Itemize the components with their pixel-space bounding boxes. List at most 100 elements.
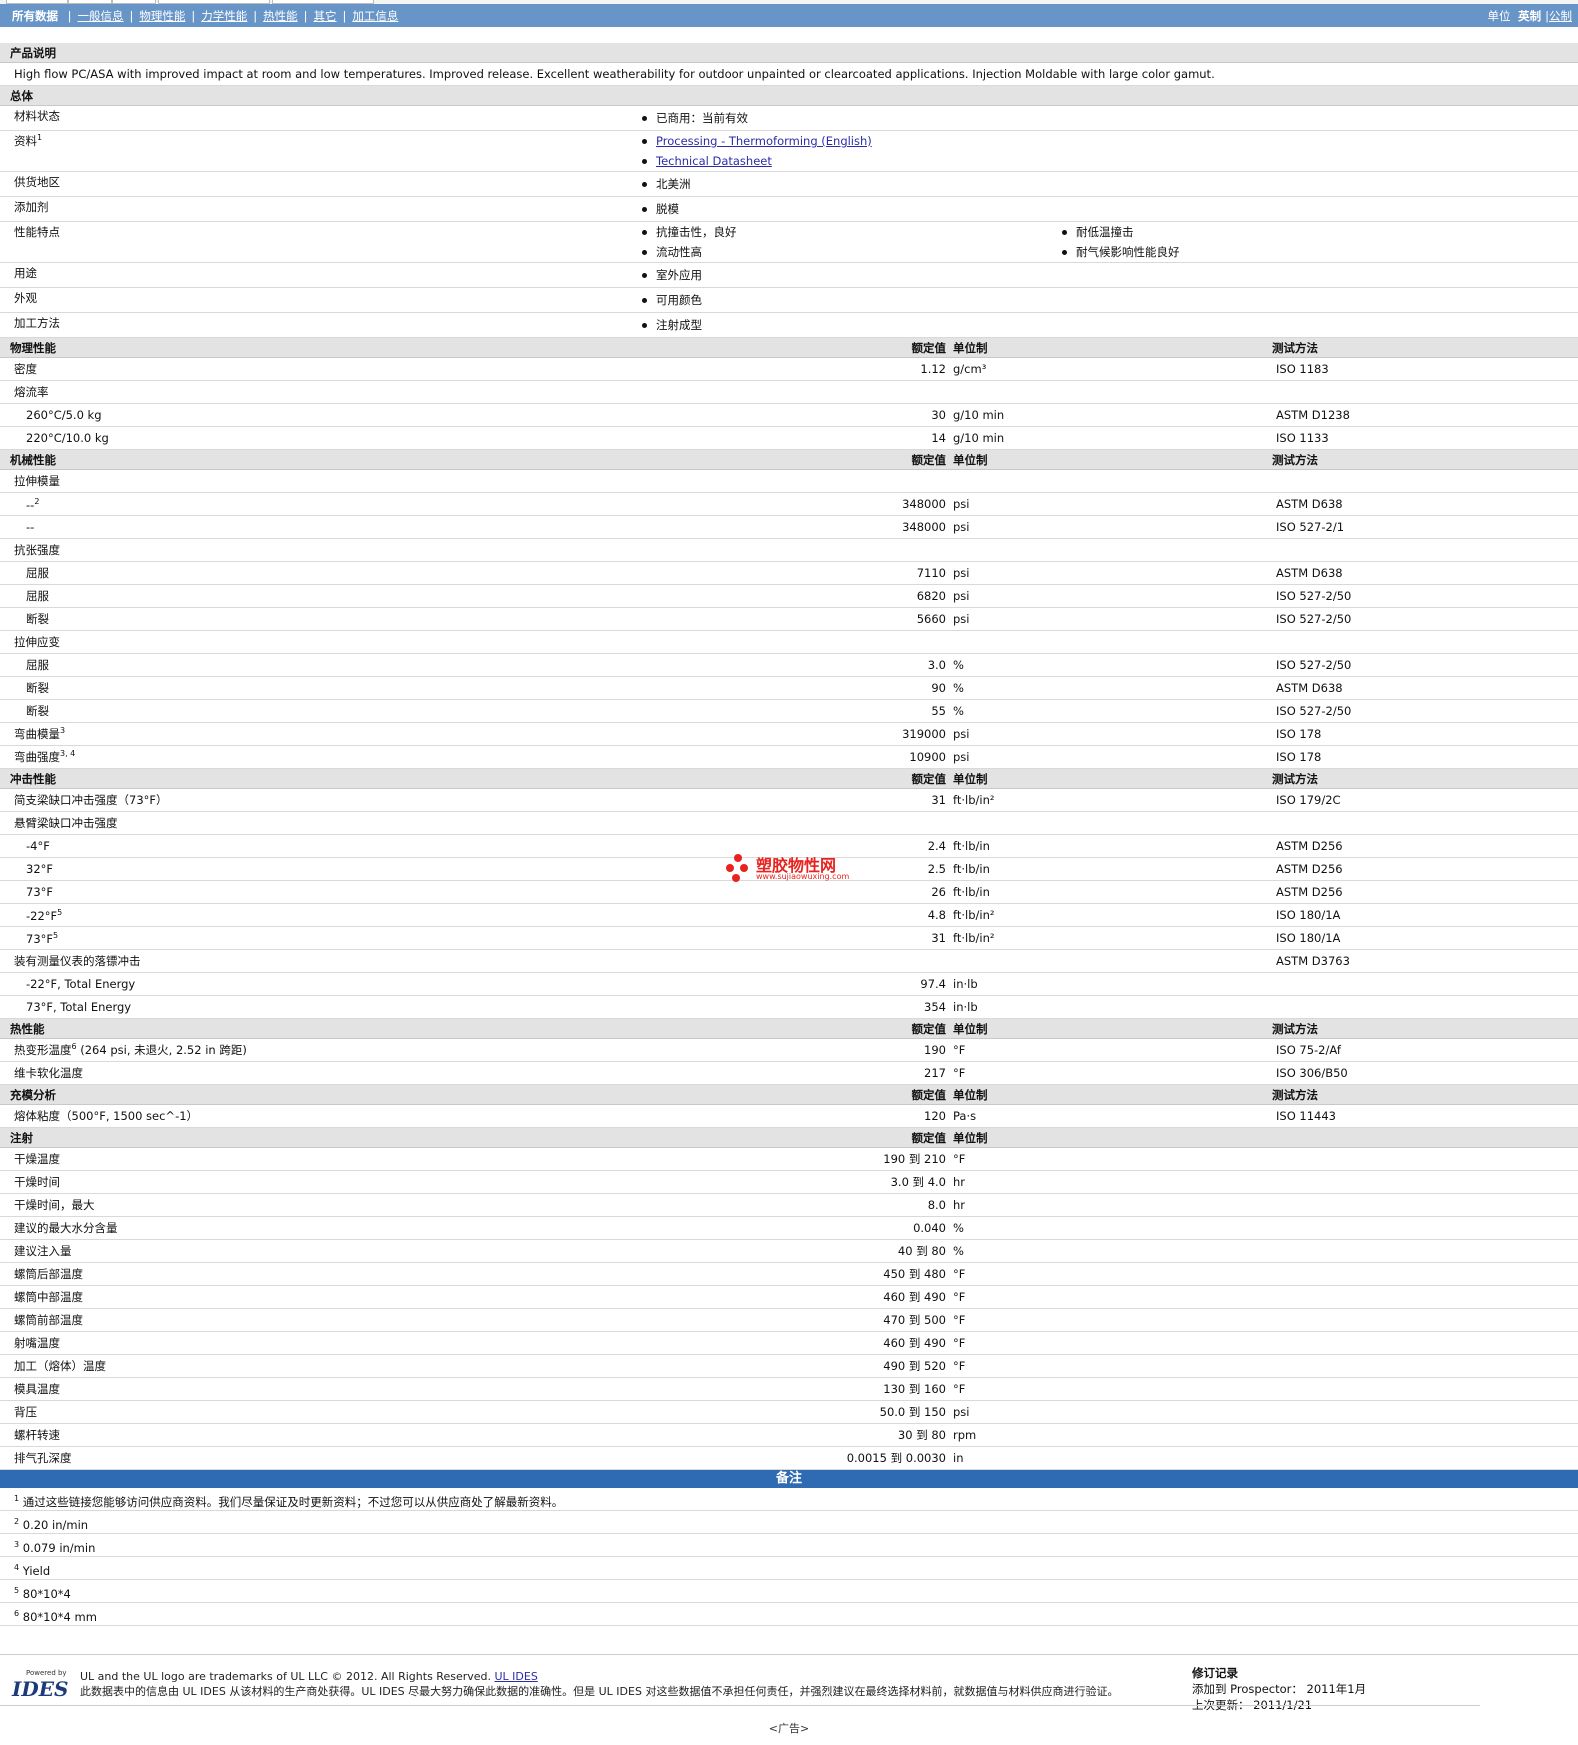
value-list: 抗撞击性，良好 流动性高 <box>640 222 1060 262</box>
property-row: 维卡软化温度 217 °F ISO 306/B50 <box>0 1061 1578 1085</box>
nav-all-data[interactable]: 所有数据 <box>12 9 58 23</box>
test-method: ISO 11443 <box>1276 1109 1336 1123</box>
test-method: ISO 1133 <box>1276 431 1329 445</box>
value-lists: Processing - Thermoforming (English) Tech… <box>640 131 1578 171</box>
property-label: 220°C/10.0 kg <box>26 431 109 445</box>
nav-link[interactable]: 加工信息 <box>352 9 398 23</box>
test-method: ASTM D638 <box>1276 566 1343 580</box>
test-method: ISO 178 <box>1276 727 1322 741</box>
property-label: 屈服 <box>26 658 49 672</box>
nav-link[interactable]: 力学性能 <box>201 9 247 23</box>
datasheet-link[interactable]: Processing - Thermoforming (English) <box>656 134 872 148</box>
header-value: 额定值 <box>911 340 947 355</box>
section-header: 热性能 额定值 单位制 测试方法 <box>0 1018 1578 1039</box>
ul-ides-link[interactable]: UL IDES <box>495 1670 538 1683</box>
property-unit: ft·lb/in <box>953 862 990 876</box>
property-unit: hr <box>953 1198 966 1212</box>
header-unit: 单位制 <box>953 1087 988 1102</box>
property-label: -4°F <box>26 839 50 853</box>
property-row: 屈服 3.0% ISO 527-2/50 <box>0 653 1578 677</box>
test-method: ASTM D1238 <box>1276 408 1350 422</box>
property-unit: in·lb <box>953 977 978 991</box>
value-list: 脱模 <box>640 199 1060 219</box>
property-row: 屈服 6820 psi ISO 527-2/50 <box>0 584 1578 608</box>
property-unit: ft·lb/in² <box>953 931 995 945</box>
property-row: 220°C/10.0 kg 14 g/10 min ISO 1133 <box>0 426 1578 450</box>
nav-link[interactable]: 其它 <box>314 9 337 23</box>
property-unit: rpm <box>953 1428 977 1442</box>
property-row: 背压 50.0 到 150 psi <box>0 1400 1578 1424</box>
watermark-url: www.sujiaowuxing.com <box>756 872 850 881</box>
property-unit: psi <box>953 566 970 580</box>
ides-logo[interactable]: Powered by IDES <box>8 1669 70 1701</box>
property-label: 弯曲模量 <box>14 727 60 741</box>
property-unit: °F <box>953 1336 966 1350</box>
property-value: 30 到 80 <box>897 1428 946 1442</box>
nav-link[interactable]: 热性能 <box>263 9 298 23</box>
datasheet-link[interactable]: Technical Datasheet <box>656 154 772 168</box>
property-unit: g/10 min <box>953 431 1005 445</box>
note-number: 4 <box>14 1563 20 1572</box>
property-row: 悬臂梁缺口冲击强度 <box>0 811 1578 835</box>
test-method: ISO 1183 <box>1276 362 1329 376</box>
footnote-ref: 6 <box>71 1042 77 1052</box>
list-item: 脱模 <box>640 199 1060 219</box>
property-value: 1.12 <box>920 362 946 376</box>
footer-trademark: UL and the UL logo are trademarks of UL … <box>80 1670 491 1683</box>
nav-link[interactable]: 一般信息 <box>78 9 124 23</box>
property-value: 490 到 520 <box>883 1359 946 1373</box>
list-item: Processing - Thermoforming (English) <box>640 131 1060 151</box>
property-unit: psi <box>953 727 970 741</box>
revision-added: 添加到 Prospector： 2011年1月 <box>1192 1682 1367 1696</box>
property-value: 31 <box>931 793 946 807</box>
description-row: High flow PC/ASA with improved impact at… <box>0 62 1578 86</box>
property-label: 装有测量仪表的落镖冲击 <box>14 954 141 968</box>
property-row: 屈服 7110 psi ASTM D638 <box>0 561 1578 585</box>
property-label: 拉伸模量 <box>14 474 60 488</box>
note-number: 2 <box>14 1517 20 1526</box>
revision-title: 修订记录 <box>1192 1666 1238 1680</box>
property-unit: in <box>953 1451 964 1465</box>
note-number: 1 <box>14 1494 20 1503</box>
value-list: 可用颜色 <box>640 290 1060 310</box>
property-unit: °F <box>953 1382 966 1396</box>
divider <box>0 1705 1480 1706</box>
property-value: 348000 <box>902 520 946 534</box>
property-label: 屈服 <box>26 566 49 580</box>
note-item: 3 0.079 in/min <box>0 1534 1578 1557</box>
property-unit: psi <box>953 589 970 603</box>
units-imperial[interactable]: 英制 <box>1518 9 1541 23</box>
general-row: 外观 可用颜色 <box>0 287 1578 313</box>
note-item: 4 Yield <box>0 1557 1578 1580</box>
property-unit: °F <box>953 1267 966 1281</box>
units-metric[interactable]: 公制 <box>1549 9 1572 23</box>
header-method: 测试方法 <box>1272 771 1318 786</box>
property-label: 加工（熔体）温度 <box>14 1359 106 1373</box>
property-label: 螺杆转速 <box>14 1428 60 1442</box>
test-method: ISO 527-2/50 <box>1276 704 1352 718</box>
property-unit: in·lb <box>953 1000 978 1014</box>
property-row: 拉伸应变 <box>0 630 1578 654</box>
property-label: 干燥时间，最大 <box>14 1198 95 1212</box>
property-value: 10900 <box>909 750 946 764</box>
property-row: 螺杆转速 30 到 80 rpm <box>0 1423 1578 1447</box>
property-row: 弯曲强度3, 4 10900 psi ISO 178 <box>0 745 1578 769</box>
property-row: 断裂 90% ASTM D638 <box>0 676 1578 700</box>
list-item: 流动性高 <box>640 242 1060 262</box>
property-row: 模具温度 130 到 160 °F <box>0 1377 1578 1401</box>
property-row: 熔体粘度（500°F, 1500 sec^-1） 120 Pa·s ISO 11443 <box>0 1104 1578 1128</box>
units-label: 单位 <box>1487 9 1511 23</box>
note-number: 5 <box>14 1586 20 1595</box>
header-value: 额定值 <box>911 771 947 786</box>
footer-disclaimer: 此数据表中的信息由 UL IDES 从该材料的生产商处获得。UL IDES 尽最… <box>80 1685 1119 1698</box>
nav-link[interactable]: 物理性能 <box>139 9 185 23</box>
nav-separator: | <box>129 9 134 23</box>
row-label: 用途 <box>14 266 37 280</box>
test-method: ASTM D256 <box>1276 839 1343 853</box>
footnote-ref: 1 <box>37 133 43 143</box>
value-lists: 已商用：当前有效 <box>640 108 1578 128</box>
property-row: 断裂 55% ISO 527-2/50 <box>0 699 1578 723</box>
property-unit: psi <box>953 497 970 511</box>
property-row: 干燥温度 190 到 210 °F <box>0 1147 1578 1171</box>
section-title: 机械性能 <box>10 452 56 467</box>
